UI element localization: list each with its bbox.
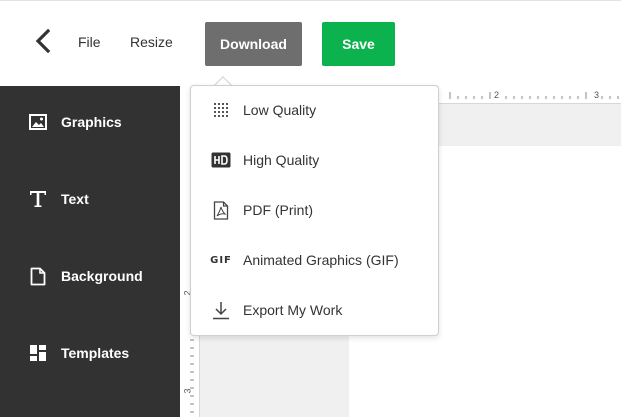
sidebar-item-label: Background (61, 268, 143, 284)
menu-item-label: Low Quality (243, 102, 317, 118)
menu-item-animated-gif[interactable]: GIF Animated Graphics (GIF) (191, 239, 438, 281)
menu-item-pdf-print[interactable]: PDF (Print) (191, 189, 438, 231)
ruler-number: 3 (594, 90, 600, 100)
menu-item-label: PDF (Print) (243, 202, 313, 218)
sidebar-item-label: Templates (61, 345, 130, 361)
ruler-number: 2 (494, 90, 500, 100)
sidebar-item-text[interactable]: Text (0, 179, 180, 219)
image-icon (28, 112, 48, 132)
sidebar-item-background[interactable]: Background (0, 256, 180, 296)
sidebar-item-graphics[interactable]: Graphics (0, 102, 180, 142)
dotted-grid-icon (210, 99, 232, 121)
save-button[interactable]: Save (322, 22, 395, 66)
resize-menu[interactable]: Resize (130, 34, 173, 50)
chevron-left-icon (35, 29, 51, 53)
menu-item-high-quality[interactable]: High Quality (191, 139, 438, 181)
gif-icon-text: GIF (210, 254, 232, 266)
text-t-icon (28, 189, 48, 209)
templates-grid-icon (28, 343, 48, 363)
document-icon (28, 266, 48, 286)
ruler-number: 3 (182, 388, 193, 394)
pdf-icon (210, 199, 232, 221)
back-button[interactable] (30, 28, 56, 54)
menu-item-label: Animated Graphics (GIF) (243, 252, 399, 268)
menu-item-export-my-work[interactable]: Export My Work (191, 289, 438, 331)
download-button[interactable]: Download (205, 22, 302, 66)
menu-item-label: High Quality (243, 152, 320, 168)
menu-item-low-quality[interactable]: Low Quality (191, 89, 438, 131)
hd-icon (210, 149, 232, 171)
download-arrow-icon (210, 299, 232, 321)
sidebar: Graphics Text Background Templates (0, 86, 180, 417)
sidebar-item-templates[interactable]: Templates (0, 333, 180, 373)
sidebar-item-label: Graphics (61, 114, 122, 130)
file-menu[interactable]: File (78, 34, 101, 50)
download-dropdown-menu: Low Quality High Quality PDF (Print) GIF… (190, 85, 439, 336)
sidebar-item-label: Text (61, 191, 89, 207)
gif-icon: GIF (210, 249, 232, 271)
top-toolbar: File Resize Download Save (0, 0, 621, 86)
menu-item-label: Export My Work (243, 302, 343, 318)
